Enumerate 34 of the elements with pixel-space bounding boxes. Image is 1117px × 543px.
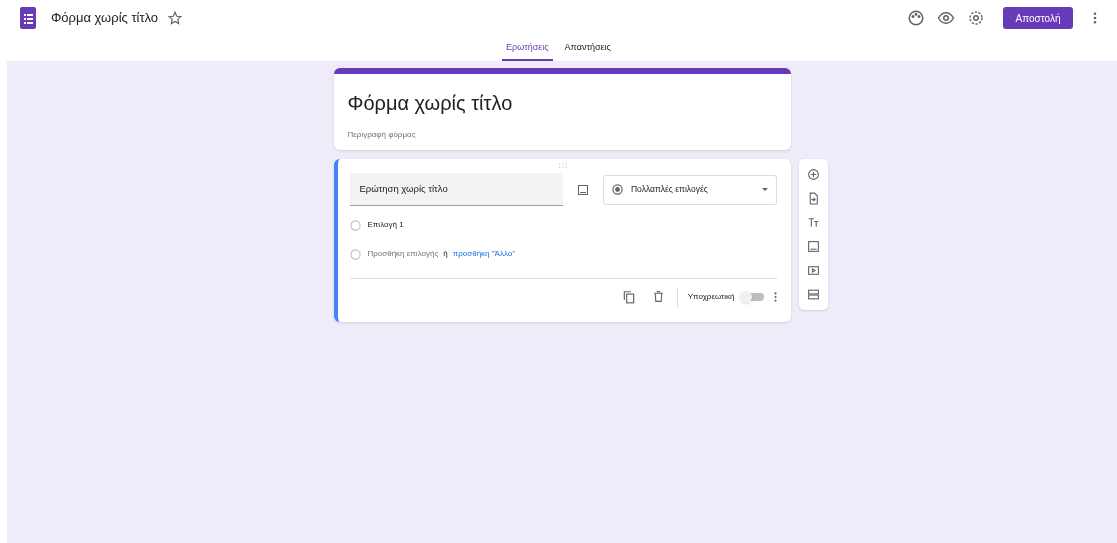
more-icon[interactable] (1093, 12, 1097, 24)
add-other-link[interactable]: προσθήκη "Άλλο" (452, 248, 516, 260)
radio-icon[interactable] (349, 248, 361, 260)
send-button[interactable]: Αποστολή (1003, 7, 1073, 29)
add-option-text[interactable]: Προσθήκη επιλογής (367, 248, 439, 260)
more-icon[interactable] (773, 291, 777, 302)
star-icon[interactable] (168, 11, 183, 25)
separator-text: ή (443, 248, 448, 260)
required-label: Υποχρεωτική (687, 290, 735, 303)
form-title[interactable]: Φόρμα χωρίς τίτλο (347, 88, 777, 118)
text-icon[interactable] (806, 216, 820, 230)
image-icon[interactable] (806, 239, 820, 253)
forms-logo-icon[interactable] (20, 7, 36, 29)
required-switch[interactable] (741, 292, 764, 301)
image-icon[interactable] (576, 183, 589, 196)
trash-icon[interactable] (651, 290, 665, 303)
section-icon[interactable] (806, 287, 820, 301)
tab[interactable]: Απαντήσεις (560, 36, 615, 61)
settings-icon[interactable] (967, 9, 985, 27)
caret-icon (761, 188, 768, 191)
palette-icon[interactable] (907, 9, 925, 27)
copy-icon[interactable] (621, 289, 636, 304)
question-type-label: Πολλαπλές επιλογές (630, 183, 709, 196)
question-type-dropdown[interactable]: Πολλαπλές επιλογές (602, 174, 777, 205)
radio-icon (611, 184, 623, 195)
form-name[interactable]: Φόρμα χωρίς τίτλο (51, 8, 159, 28)
form-description[interactable]: Περιγραφή φόρμας (347, 129, 777, 141)
option-label[interactable]: Επιλογή 1 (367, 219, 404, 231)
add-circle-icon[interactable] (806, 168, 820, 182)
drag-handle-icon[interactable] (557, 163, 569, 168)
question-title-field[interactable]: Ερώτηση χωρίς τίτλο (349, 173, 563, 206)
eye-icon[interactable] (937, 9, 955, 27)
video-icon[interactable] (806, 263, 820, 277)
radio-icon[interactable] (349, 219, 361, 231)
